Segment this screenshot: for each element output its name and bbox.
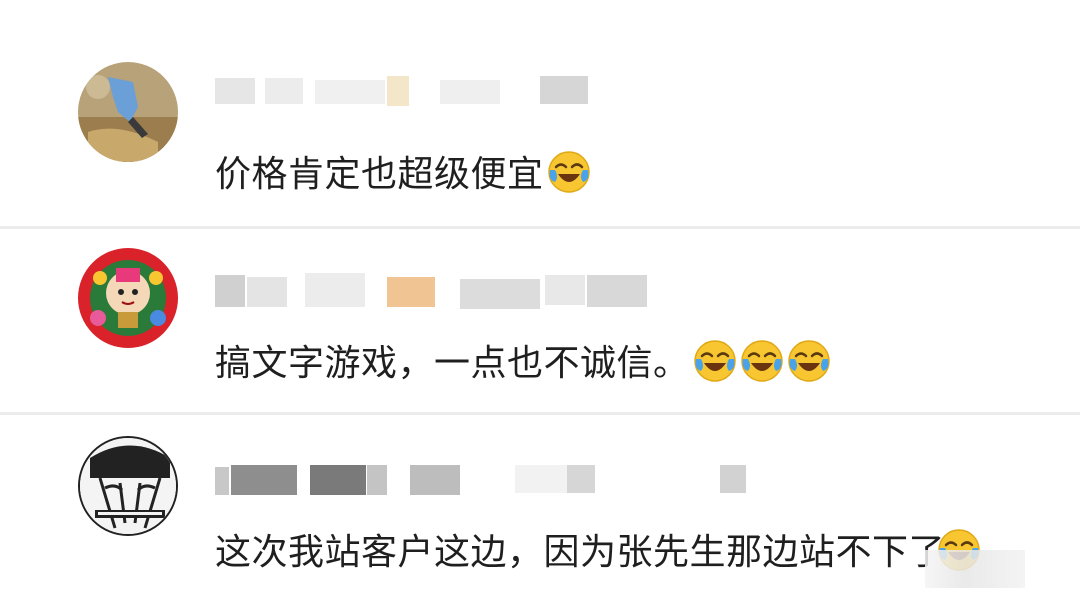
username-blurred[interactable] (215, 457, 746, 497)
comment-body: 搞文字游戏，一点也不诚信。 (215, 343, 690, 384)
watermark-blur (925, 550, 1025, 588)
comment-item: 价格肯定也超级便宜 (0, 0, 1080, 226)
avatar[interactable] (78, 248, 178, 348)
laugh-cry-emoji (787, 339, 831, 383)
laugh-cry-emoji (740, 339, 784, 383)
avatar[interactable] (78, 436, 178, 536)
comment-text: 搞文字游戏，一点也不诚信。 (215, 339, 831, 386)
avatar[interactable] (78, 62, 178, 162)
laugh-cry-emoji (547, 150, 591, 194)
comment-item: 搞文字游戏，一点也不诚信。 (0, 229, 1080, 412)
comment-text: 价格肯定也超级便宜 (215, 150, 591, 197)
username-blurred[interactable] (215, 269, 675, 309)
comment-body: 价格肯定也超级便宜 (215, 154, 544, 195)
username-blurred[interactable] (215, 70, 675, 110)
comment-item: 这次我站客户这边，因为张先生那边站不下了 (0, 415, 1080, 607)
comment-text: 这次我站客户这边，因为张先生那边站不下了 (215, 528, 981, 575)
laugh-cry-emoji (693, 339, 737, 383)
comment-body: 这次我站客户这边，因为张先生那边站不下了 (215, 532, 946, 573)
